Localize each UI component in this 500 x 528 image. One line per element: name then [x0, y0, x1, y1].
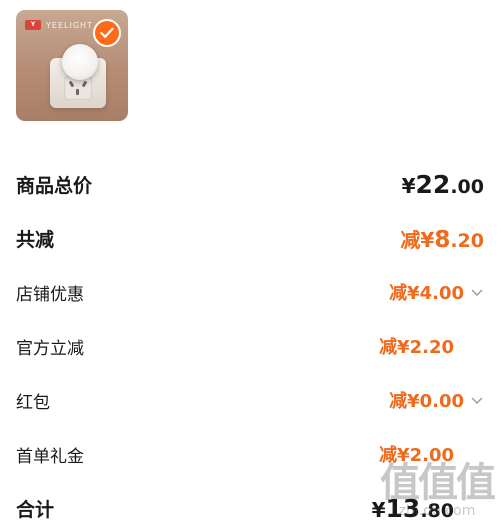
- row-official-discount: 官方立减 减¥2.20: [16, 326, 484, 366]
- store-discount-label: 店铺优惠: [16, 284, 84, 305]
- brand-logo: Y: [25, 20, 41, 30]
- chevron-down-icon[interactable]: [470, 393, 484, 407]
- grand-total-label: 合计: [16, 498, 55, 521]
- chevron-down-icon[interactable]: [470, 285, 484, 299]
- watermark-logo: 值值值: [380, 460, 496, 506]
- official-discount-label: 官方立减: [16, 338, 84, 359]
- discount-total-label: 共减: [16, 228, 55, 251]
- row-store-discount[interactable]: 店铺优惠 减¥4.00: [16, 272, 484, 312]
- first-order-bonus-label: 首单礼金: [16, 446, 84, 467]
- check-icon[interactable]: [93, 19, 121, 47]
- discount-total-value: 减¥8.20: [400, 226, 484, 253]
- red-packet-value: 减¥0.00: [389, 391, 464, 412]
- total-price-value: ¥22.00: [401, 169, 484, 199]
- row-total-price: 商品总价 ¥22.00: [16, 164, 484, 204]
- brand-mark: Y YEELIGHT: [25, 20, 93, 30]
- nightlight-icon: [62, 44, 98, 80]
- store-discount-value: 减¥4.00: [389, 283, 464, 304]
- row-red-packet[interactable]: 红包 减¥0.00: [16, 380, 484, 420]
- brand-text: YEELIGHT: [46, 20, 93, 30]
- red-packet-label: 红包: [16, 392, 50, 413]
- row-discount-total: 共减 减¥8.20: [16, 218, 484, 258]
- total-price-label: 商品总价: [16, 174, 93, 197]
- official-discount-value: 减¥2.20: [379, 337, 454, 358]
- watermark: 值值值 zhi.du.com: [380, 460, 496, 519]
